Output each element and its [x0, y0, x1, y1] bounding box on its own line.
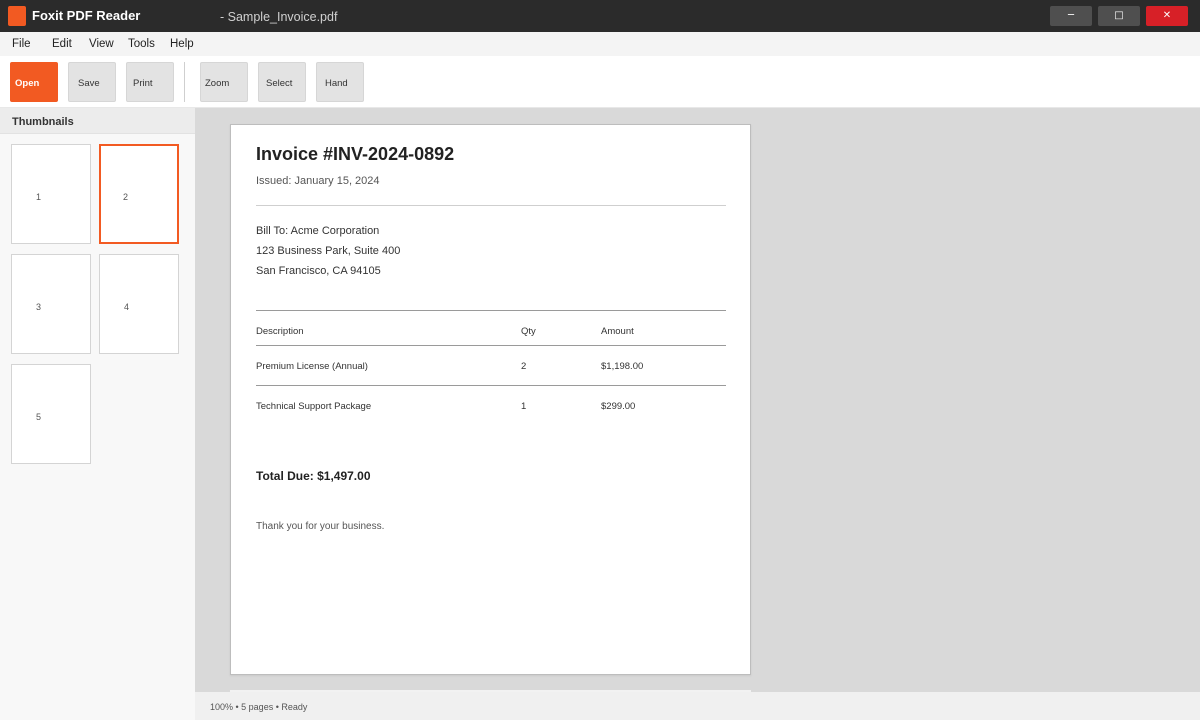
thumbnail-number: 2 — [123, 192, 129, 202]
thumbnail-number: 4 — [124, 302, 130, 312]
menu-bar: File Edit View Tools Help — [0, 32, 1200, 56]
select-button[interactable]: Select — [258, 62, 306, 102]
save-button[interactable]: Save — [68, 62, 116, 102]
minimize-button[interactable]: ─ — [1050, 6, 1092, 26]
maximize-icon: □ — [1114, 10, 1124, 21]
open-button[interactable]: Open — [10, 62, 58, 102]
thumbnail-number: 5 — [36, 412, 42, 422]
table-cell-qty: 2 — [521, 361, 527, 372]
bill-to-line: San Francisco, CA 94105 — [256, 265, 381, 277]
table-header-divider — [256, 345, 726, 346]
thumbnails-panel: Thumbnails 1 2 3 4 5 — [0, 108, 195, 720]
open-button-label: Open — [15, 78, 40, 89]
invoice-title: Invoice #INV-2024-0892 — [256, 144, 455, 164]
menu-edit[interactable]: Edit — [52, 38, 72, 51]
zoom-button[interactable]: Zoom — [200, 62, 248, 102]
invoice-total: Total Due: $1,497.00 — [256, 469, 371, 483]
select-button-label: Select — [266, 78, 293, 89]
thumbnail-page-4[interactable]: 4 — [99, 254, 179, 354]
thumbnail-page-5[interactable]: 5 — [11, 364, 91, 464]
thumbnail-page-3[interactable]: 3 — [11, 254, 91, 354]
status-bar: 100% • 5 pages • Ready — [195, 692, 1200, 720]
thumbnail-page-2[interactable]: 2 — [99, 144, 179, 244]
table-cell-description: Technical Support Package — [256, 401, 372, 412]
foxit-logo-icon — [8, 6, 26, 26]
title-bar: Foxit PDF Reader - Sample_Invoice.pdf ─ … — [0, 0, 1200, 32]
toolbar: Open Save Print Zoom Select Hand — [0, 56, 1200, 108]
menu-tools[interactable]: Tools — [128, 38, 155, 51]
maximize-button[interactable]: □ — [1098, 6, 1140, 26]
document-title: - Sample_Invoice.pdf — [220, 10, 338, 24]
save-button-label: Save — [78, 78, 100, 89]
menu-view[interactable]: View — [89, 38, 114, 51]
print-button[interactable]: Print — [126, 62, 174, 102]
table-row-divider — [256, 385, 726, 386]
print-button-label: Print — [133, 78, 153, 89]
table-header-qty: Qty — [521, 326, 536, 337]
app-name: Foxit PDF Reader — [32, 8, 141, 23]
minimize-icon: ─ — [1067, 10, 1075, 21]
menu-help[interactable]: Help — [170, 38, 194, 51]
table-cell-qty: 1 — [521, 401, 527, 412]
thumbnail-page-1[interactable]: 1 — [11, 144, 91, 244]
table-cell-amount: $299.00 — [601, 401, 636, 412]
invoice-footer-note: Thank you for your business. — [256, 521, 385, 532]
thumbnails-header: Thumbnails — [0, 108, 195, 134]
toolbar-separator — [184, 62, 185, 102]
thumbnail-number: 3 — [36, 302, 42, 312]
table-header-amount: Amount — [601, 326, 634, 337]
pdf-page[interactable]: Invoice #INV-2024-0892 Issued: January 1… — [230, 124, 751, 675]
status-text: 100% • 5 pages • Ready — [210, 702, 308, 712]
table-cell-description: Premium License (Annual) — [256, 361, 368, 372]
close-button[interactable]: ✕ — [1146, 6, 1188, 26]
header-divider — [256, 205, 726, 206]
close-icon: ✕ — [1162, 10, 1172, 21]
table-cell-amount: $1,198.00 — [601, 361, 644, 372]
table-top-divider — [256, 310, 726, 311]
menu-file[interactable]: File — [12, 38, 31, 51]
bill-to-line: 123 Business Park, Suite 400 — [256, 245, 401, 257]
invoice-issued-date: Issued: January 15, 2024 — [256, 175, 380, 187]
thumbnails-title: Thumbnails — [12, 116, 74, 128]
zoom-button-label: Zoom — [205, 78, 230, 89]
table-header-description: Description — [256, 326, 304, 337]
hand-button-label: Hand — [325, 78, 348, 89]
hand-button[interactable]: Hand — [316, 62, 364, 102]
thumbnail-number: 1 — [36, 192, 42, 202]
bill-to-line: Bill To: Acme Corporation — [256, 225, 380, 237]
